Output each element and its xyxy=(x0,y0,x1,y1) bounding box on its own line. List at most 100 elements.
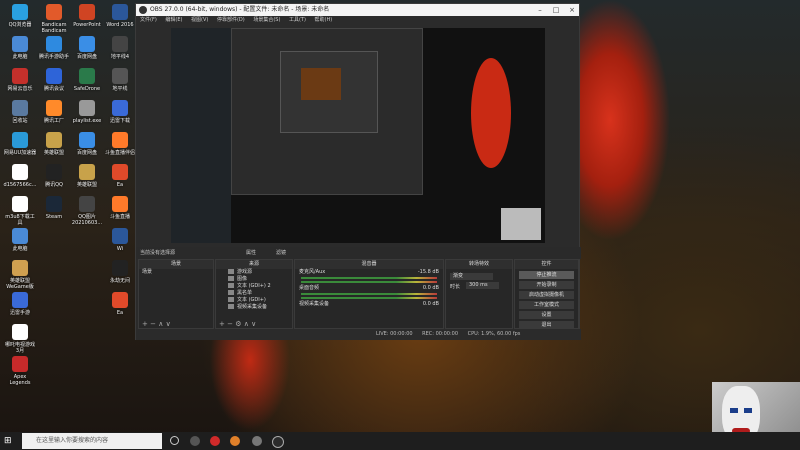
gear-icon[interactable]: ⚙ xyxy=(235,320,241,328)
desktop-icon[interactable]: 此电脑 xyxy=(3,36,37,60)
stop-streaming-button[interactable]: 停止推流 xyxy=(519,271,574,279)
add-icon[interactable]: + xyxy=(219,320,225,328)
source-item[interactable]: 图像 xyxy=(216,276,292,283)
add-icon[interactable]: + xyxy=(142,320,148,328)
netease-icon[interactable] xyxy=(210,436,220,446)
scene-item[interactable]: 场景 xyxy=(139,269,213,276)
move-down-icon[interactable]: ∨ xyxy=(251,320,256,328)
desktop-icon[interactable]: QQ图片 20210603... xyxy=(70,196,104,226)
preview-canvas[interactable] xyxy=(171,28,545,243)
desktop-icon[interactable]: 斗鱼直播伴侣 xyxy=(103,132,137,156)
desktop-icon[interactable]: 网易云音乐 xyxy=(3,68,37,92)
mask-eye-right xyxy=(744,408,752,413)
desktop-icon[interactable]: 腾讯会议 xyxy=(37,68,71,92)
desktop-icon-label: 腾讯手游助手 xyxy=(38,54,69,60)
task-view-icon[interactable] xyxy=(170,436,179,445)
duration-input[interactable]: 300 ms xyxy=(466,282,499,289)
source-item[interactable]: 文本 (GDI+) 2 xyxy=(216,283,292,290)
volume-slider[interactable] xyxy=(301,297,437,299)
explorer-icon[interactable] xyxy=(190,436,200,446)
start-recording-button[interactable]: 开始录制 xyxy=(519,281,574,289)
desktop-icon-label: 腾讯工厂 xyxy=(43,118,64,124)
move-up-icon[interactable]: ∧ xyxy=(244,320,249,328)
desktop-icon-label: 网易云音乐 xyxy=(7,86,33,92)
studio-mode-button[interactable]: 工作室模式 xyxy=(519,301,574,309)
menu-edit[interactable]: 编辑(E) xyxy=(165,17,182,23)
desktop-icon[interactable]: 腾讯QQ xyxy=(37,164,71,188)
app2-icon[interactable] xyxy=(252,436,262,446)
transition-select[interactable]: 渐变 xyxy=(450,273,493,280)
desktop-icon-label: PowerPoint xyxy=(73,22,101,28)
app-icon xyxy=(12,100,28,116)
properties-button[interactable]: 属性 xyxy=(246,247,256,259)
desktop-icon[interactable]: PowerPoint xyxy=(70,4,104,28)
move-up-icon[interactable]: ∧ xyxy=(158,320,163,328)
filters-button[interactable]: 滤镜 xyxy=(276,247,286,259)
source-item[interactable]: 黑名单 xyxy=(216,290,292,297)
desktop-icon[interactable]: 地平线 xyxy=(103,68,137,92)
nested-obs-preview xyxy=(231,28,423,195)
desktop-icon[interactable]: 回收站 xyxy=(3,100,37,124)
desktop-icon[interactable]: 地平线4 xyxy=(103,36,137,60)
obs-window[interactable]: OBS 27.0.0 (64-bit, windows) - 配置文件: 未命名… xyxy=(135,3,581,340)
desktop-icon[interactable]: 哪吒电视游戏 3月 xyxy=(3,324,37,354)
channel-db: 0.0 dB xyxy=(422,301,439,307)
desktop-icon[interactable]: m3u8下载工具 xyxy=(3,196,37,226)
app-icon xyxy=(79,164,95,180)
menu-file[interactable]: 文件(F) xyxy=(140,17,157,23)
desktop-icon[interactable]: playlist.exe xyxy=(70,100,104,124)
menu-scene-collection[interactable]: 场景集合(S) xyxy=(253,17,280,23)
app-icon xyxy=(112,36,128,52)
obs-taskbar-icon[interactable] xyxy=(272,436,284,448)
desktop-icon[interactable]: 百度网盘 xyxy=(70,132,104,156)
remove-icon[interactable]: − xyxy=(227,320,233,328)
virtual-camera-button[interactable]: 启动虚拟摄像机 xyxy=(519,291,574,299)
close-icon[interactable]: × xyxy=(564,4,580,16)
desktop-icon[interactable]: Ea xyxy=(103,292,137,316)
desktop-icon[interactable]: 永劫无间 xyxy=(103,260,137,284)
desktop-icon[interactable]: 此电脑 xyxy=(3,228,37,252)
desktop-icon[interactable]: QQ浏览器 xyxy=(3,4,37,28)
app-icon xyxy=(12,68,28,84)
desktop-icon[interactable]: Bandicam Bandicam xyxy=(37,4,71,34)
desktop-icon[interactable]: Steam xyxy=(37,196,71,220)
desktop-icon[interactable]: 迅雷下载 xyxy=(103,100,137,124)
desktop-icon[interactable]: Wi xyxy=(103,228,137,252)
minimize-icon[interactable]: – xyxy=(532,4,548,16)
app-icon[interactable] xyxy=(230,436,240,446)
obs-titlebar[interactable]: OBS 27.0.0 (64-bit, windows) - 配置文件: 未命名… xyxy=(136,4,579,16)
menu-tools[interactable]: 工具(T) xyxy=(289,17,306,23)
source-item[interactable]: 文本 (GDI+) xyxy=(216,297,292,304)
desktop-icon[interactable]: 网易UU加速器 xyxy=(3,132,37,156)
windows-start-icon[interactable]: ⊞ xyxy=(4,436,14,446)
taskbar-search-input[interactable]: 在这里输入你要搜索的内容 xyxy=(22,433,162,449)
desktop-icon[interactable]: 百度网盘 xyxy=(70,36,104,60)
source-item[interactable]: 游戏源 xyxy=(216,269,292,276)
menu-docks[interactable]: 停靠部件(D) xyxy=(217,17,245,23)
desktop-icon[interactable]: 英雄联盟 xyxy=(70,164,104,188)
source-item[interactable]: 视频采集设备 xyxy=(216,304,292,311)
desktop-icon[interactable]: 迅雷手游 xyxy=(3,292,37,316)
desktop-icon[interactable]: SafeDrone xyxy=(70,68,104,92)
app-icon xyxy=(12,260,28,276)
desktop-icon[interactable]: d1567566c... xyxy=(3,164,37,188)
desktop-icon[interactable]: 英雄联盟 xyxy=(37,132,71,156)
desktop-icon[interactable]: 斗鱼直播 xyxy=(103,196,137,220)
exit-button[interactable]: 退出 xyxy=(519,321,574,329)
desktop-icon[interactable]: Word 2016 xyxy=(103,4,137,28)
menu-view[interactable]: 视图(V) xyxy=(191,17,208,23)
scenes-toolbar: + − ∧ ∨ xyxy=(139,320,213,328)
desktop-icon[interactable]: Ea xyxy=(103,164,137,188)
move-down-icon[interactable]: ∨ xyxy=(166,320,171,328)
maximize-icon[interactable]: □ xyxy=(548,4,564,16)
desktop-icon[interactable]: 腾讯工厂 xyxy=(37,100,71,124)
menu-help[interactable]: 帮助(H) xyxy=(315,17,333,23)
volume-slider[interactable] xyxy=(301,281,437,283)
desktop-icon[interactable]: 腾讯手游助手 xyxy=(37,36,71,60)
desktop-icon-label: Ea xyxy=(116,182,124,188)
image-icon xyxy=(228,276,234,281)
remove-icon[interactable]: − xyxy=(150,320,156,328)
settings-button[interactable]: 设置 xyxy=(519,311,574,319)
desktop-icon[interactable]: 英雄联盟 WeGame版 xyxy=(3,260,37,290)
desktop-icon[interactable]: Apex Legends xyxy=(3,356,37,386)
